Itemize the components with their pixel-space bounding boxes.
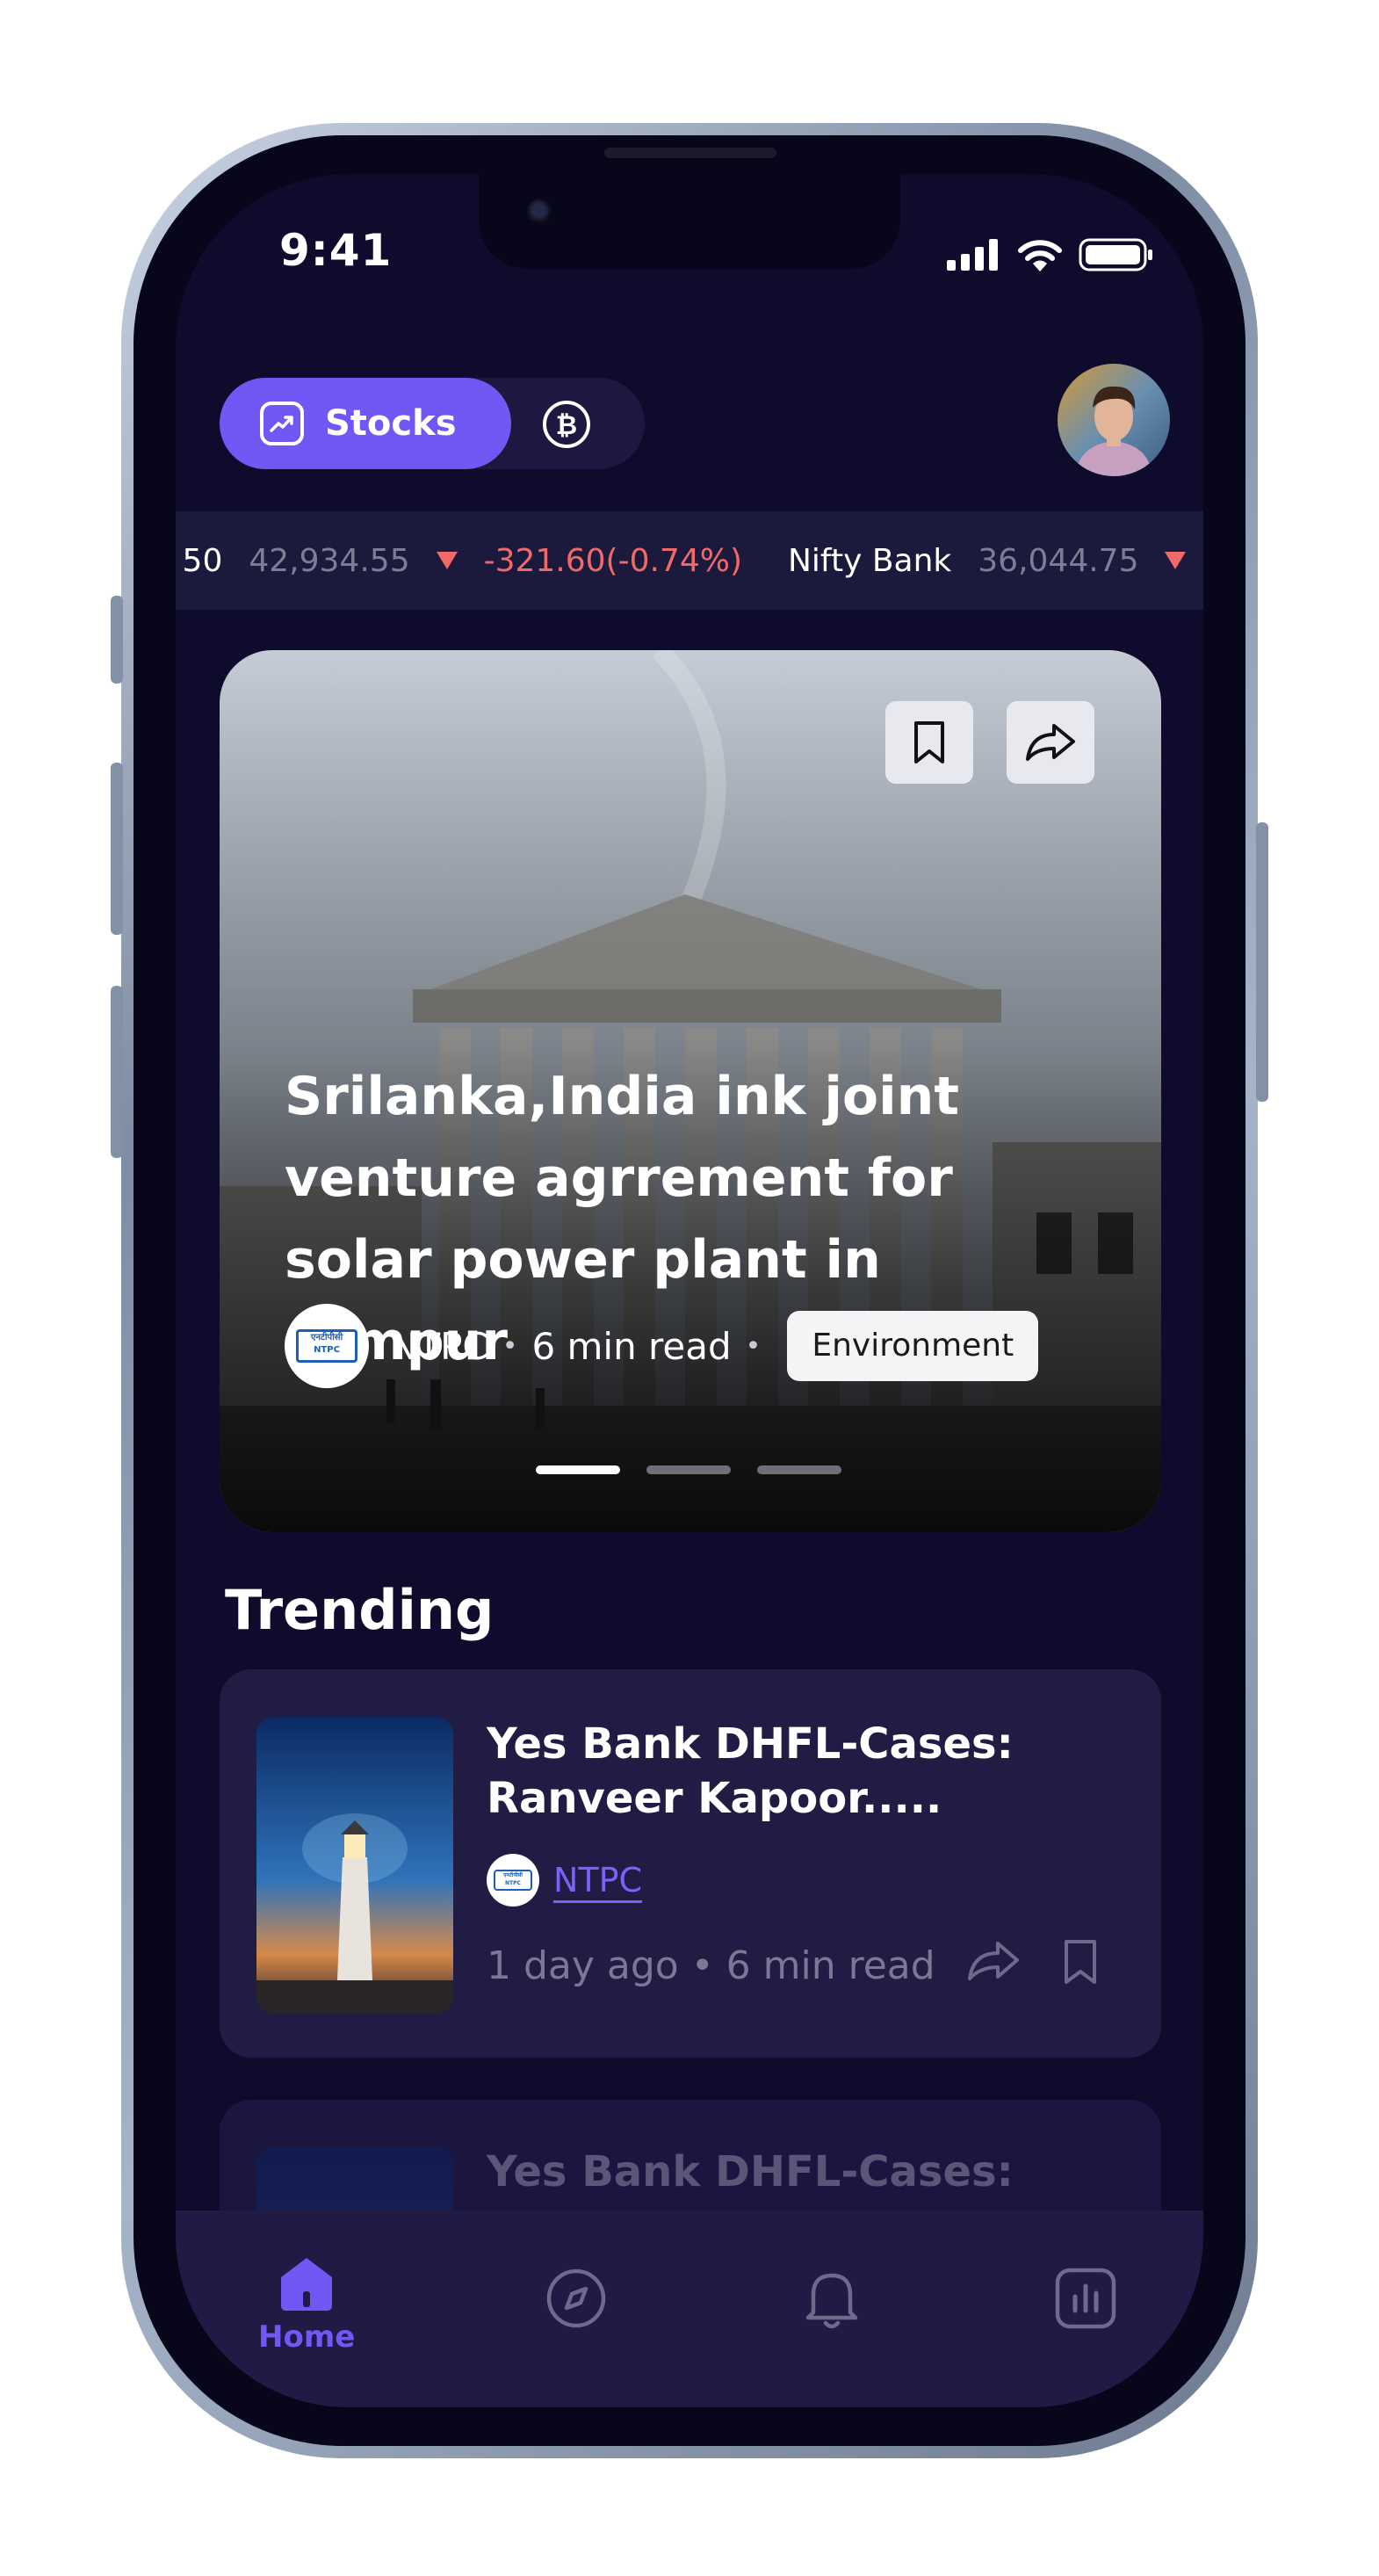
home-icon [281, 2258, 333, 2311]
ticker-value: 36,044.75 [978, 542, 1139, 579]
status-icons [947, 237, 1154, 272]
signal-icon [947, 239, 998, 271]
front-camera [527, 199, 553, 225]
market-toggle: Stocks ₿ [220, 378, 645, 469]
power-button [1256, 822, 1268, 1102]
nav-home-label: Home [258, 2319, 356, 2355]
news-actions [966, 1938, 1101, 1986]
bookmark-button[interactable] [885, 701, 973, 784]
carousel-dot[interactable] [536, 1465, 620, 1474]
nav-home[interactable]: Home [258, 2254, 355, 2355]
bitcoin-icon: ₿ [543, 401, 590, 448]
source-link[interactable]: NTPC [553, 1861, 642, 1899]
crypto-tab[interactable]: ₿ [541, 399, 592, 450]
stocks-tab[interactable]: Stocks [220, 378, 511, 469]
down-arrow-icon [436, 552, 458, 569]
volume-down-button [111, 986, 123, 1158]
nav-notifications[interactable] [803, 2267, 861, 2332]
status-time: 9:41 [279, 225, 393, 276]
nav-analytics[interactable] [1054, 2267, 1117, 2330]
carousel-dot[interactable] [646, 1465, 731, 1474]
mute-switch [111, 596, 123, 684]
hero-source: NTPC [390, 1324, 488, 1368]
stocks-label: Stocks [325, 403, 457, 444]
trending-up-icon [260, 402, 304, 445]
compass-icon [546, 2268, 606, 2328]
share-icon [1026, 724, 1075, 761]
category-tag[interactable]: Environment [787, 1311, 1039, 1381]
app-screen: 9:41 Stocks ₿ 50 42,934.55 -321.60(-0.74… [176, 174, 1203, 2407]
ticker-row: t 50 42,934.55 -321.60(-0.74%) Nifty Ban… [176, 511, 1203, 610]
news-thumbnail [256, 1717, 453, 2014]
hero-meta: एनटीपीसी NTPC NTPC • 6 min read • Environ… [285, 1304, 1039, 1388]
hero-read-time: 6 min read [531, 1324, 732, 1368]
hero-news-card[interactable]: Srilanka,India ink joint venture agrreme… [220, 650, 1161, 1532]
battery-icon [1079, 238, 1152, 271]
ticker-change: -321.60(-0.74%) [483, 542, 742, 579]
news-card[interactable]: Yes Bank DHFL-Cases: Ranveer Kapoor.....… [220, 1669, 1161, 2058]
bookmark-icon [914, 721, 944, 763]
news-read-time: 6 min read [726, 1943, 935, 1988]
carousel-indicators [536, 1465, 841, 1474]
bookmark-icon[interactable] [1059, 1938, 1101, 1986]
bottom-nav: Home [176, 2211, 1203, 2407]
section-title: Trending [225, 1578, 495, 1642]
news-source[interactable]: एनटीपीसी NTPC NTPC [487, 1854, 642, 1907]
news-title: Yes Bank DHFL-Cases: [487, 2147, 1014, 2196]
speaker [604, 148, 776, 158]
wifi-icon [1018, 240, 1062, 271]
news-time-ago: 1 day ago [487, 1943, 679, 1988]
ticker-name: t 50 [176, 542, 223, 579]
chart-icon [1055, 2268, 1116, 2329]
separator-dot: • [502, 1330, 518, 1362]
hero-actions [885, 701, 1094, 784]
bell-icon [805, 2273, 858, 2329]
avatar[interactable] [1058, 364, 1170, 476]
share-icon[interactable] [966, 1938, 1021, 1984]
ntpc-logo: एनटीपीसी NTPC [285, 1304, 369, 1388]
ticker-value: 42,934.55 [249, 542, 410, 579]
separator-dot: • [745, 1330, 762, 1362]
down-arrow-icon [1165, 552, 1187, 569]
carousel-dot[interactable] [757, 1465, 841, 1474]
news-title: Yes Bank DHFL-Cases: Ranveer Kapoor..... [487, 1719, 1014, 1823]
market-ticker[interactable]: t 50 42,934.55 -321.60(-0.74%) Nifty Ban… [176, 511, 1203, 610]
ntpc-logo: एनटीपीसी NTPC [487, 1854, 539, 1907]
share-button[interactable] [1007, 701, 1094, 784]
ticker-name: Nifty Bank [788, 542, 952, 579]
volume-up-button [111, 763, 123, 935]
separator-dot: • [690, 1943, 726, 1988]
news-meta: 1 day ago • 6 min read [487, 1943, 935, 1988]
svg-text:₿: ₿ [556, 410, 577, 441]
nav-explore[interactable] [545, 2267, 608, 2330]
